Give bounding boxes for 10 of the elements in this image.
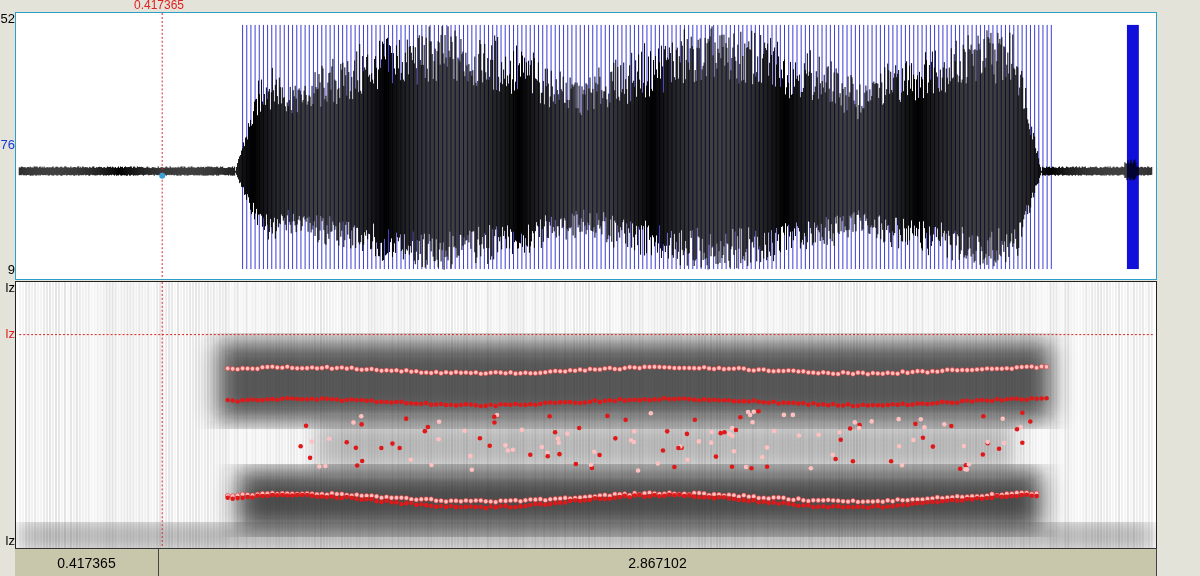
- time-segment[interactable]: 2.867102: [159, 549, 1157, 576]
- cursor-time: 0.417365: [132, 0, 186, 11]
- cursor-frequency-label: lz: [5, 327, 15, 341]
- amplitude-label: 76: [0, 137, 15, 152]
- time-segment[interactable]: 0.417365: [15, 549, 159, 576]
- frequency-label: lz: [5, 534, 15, 548]
- frequency-label: lz: [5, 281, 15, 295]
- amplitude-label: 9: [7, 263, 15, 277]
- cursor-marker: [159, 172, 166, 179]
- amplitude-label: 52: [0, 12, 15, 26]
